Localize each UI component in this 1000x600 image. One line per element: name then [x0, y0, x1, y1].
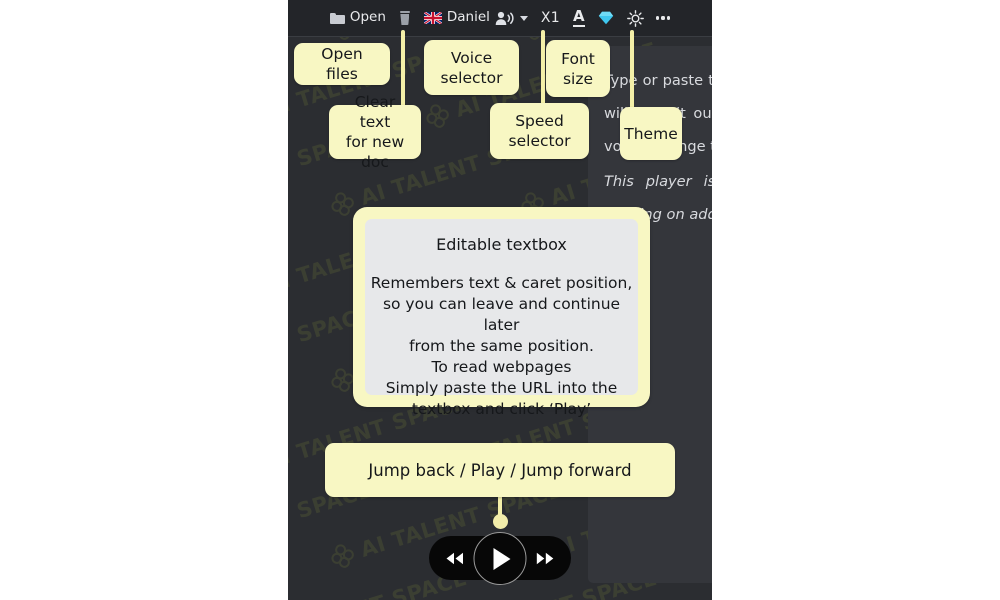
more-dots-icon [655, 16, 671, 20]
callout-textbox-para1-line1: Remembers text & caret position, [370, 274, 633, 292]
callout-speed-line2: selector [508, 132, 571, 150]
callout-clear-text-line2: for new doc [345, 133, 405, 171]
font-size-label: A [573, 7, 585, 27]
callout-clear-text-line1: Clear text [354, 93, 396, 131]
open-label: Open [349, 9, 386, 26]
uk-flag-icon [423, 12, 442, 24]
rewind-icon [446, 552, 463, 564]
callout-voice-line1: Voice [450, 48, 493, 67]
folder-icon [329, 12, 345, 24]
callout-textbox-para2-line3: textbox and click ‘Play’ [411, 400, 592, 418]
jump-back-button[interactable] [445, 552, 465, 565]
callout-textbox-title: Editable textbox [436, 235, 567, 254]
callout-textbox-para2-line1: To read webpages [431, 358, 572, 376]
callout-player-controls-label: Jump back / Play / Jump forward [368, 460, 632, 480]
font-size-button[interactable]: A [573, 7, 585, 27]
more-options-button[interactable] [655, 16, 671, 20]
brain-logo-icon [328, 541, 358, 571]
callout-open-files-label: Open files [321, 45, 363, 83]
chevron-down-icon [519, 15, 528, 21]
speed-selector-button[interactable]: X1 [541, 11, 560, 25]
callout-font-size: Font size [546, 40, 610, 97]
callout-font-size-line2: size [562, 69, 594, 88]
premium-button[interactable] [598, 11, 614, 25]
jump-forward-button[interactable] [535, 552, 555, 565]
brain-logo-icon [423, 101, 453, 131]
diamond-icon [598, 11, 614, 25]
app-toolbar: Open Daniel X1 A [288, 0, 712, 37]
voice-name-label: Daniel [446, 9, 490, 26]
play-button[interactable] [473, 532, 527, 585]
callout-player-controls: Jump back / Play / Jump forward [325, 443, 675, 497]
callout-open-files: Open files [294, 43, 390, 85]
trash-icon [399, 11, 411, 25]
callout-speed-selector: Speed selector [490, 103, 589, 159]
callout-voice-line2: selector [440, 68, 503, 87]
callout-voice-selector: Voice selector [424, 40, 519, 95]
callout-editable-textbox: Editable textbox Remembers text & caret … [353, 207, 650, 418]
person-speaking-icon [495, 11, 514, 26]
screenshot-root: AI TALENT SPACEAI TALENT SPACEAI TALENT … [0, 0, 1000, 600]
callout-editable-textbox-inner: Editable textbox Remembers text & caret … [365, 219, 638, 418]
callout-theme: Theme [620, 107, 682, 160]
sun-icon [626, 10, 644, 27]
play-icon [493, 547, 511, 570]
speed-label: X1 [540, 10, 561, 26]
voice-selector-button[interactable]: Daniel [423, 9, 528, 26]
theme-toggle-button[interactable] [626, 10, 644, 27]
callout-textbox-para1-line2: so you can leave and continue later [382, 295, 621, 334]
callout-textbox-para1-line3: from the same position. [409, 337, 594, 355]
callout-font-size-line1: Font [561, 49, 595, 68]
fast-forward-icon [536, 552, 554, 564]
callout-clear-text: Clear text for new doc [329, 93, 421, 171]
callout-speed-line1: Speed [515, 112, 564, 130]
clear-text-button[interactable] [399, 11, 411, 25]
callout-textbox-para2-line2: Simply paste the URL into the [385, 379, 618, 397]
callout-theme-label: Theme [624, 124, 678, 143]
open-files-button[interactable]: Open [329, 9, 386, 26]
connector-player-dot [493, 514, 508, 529]
